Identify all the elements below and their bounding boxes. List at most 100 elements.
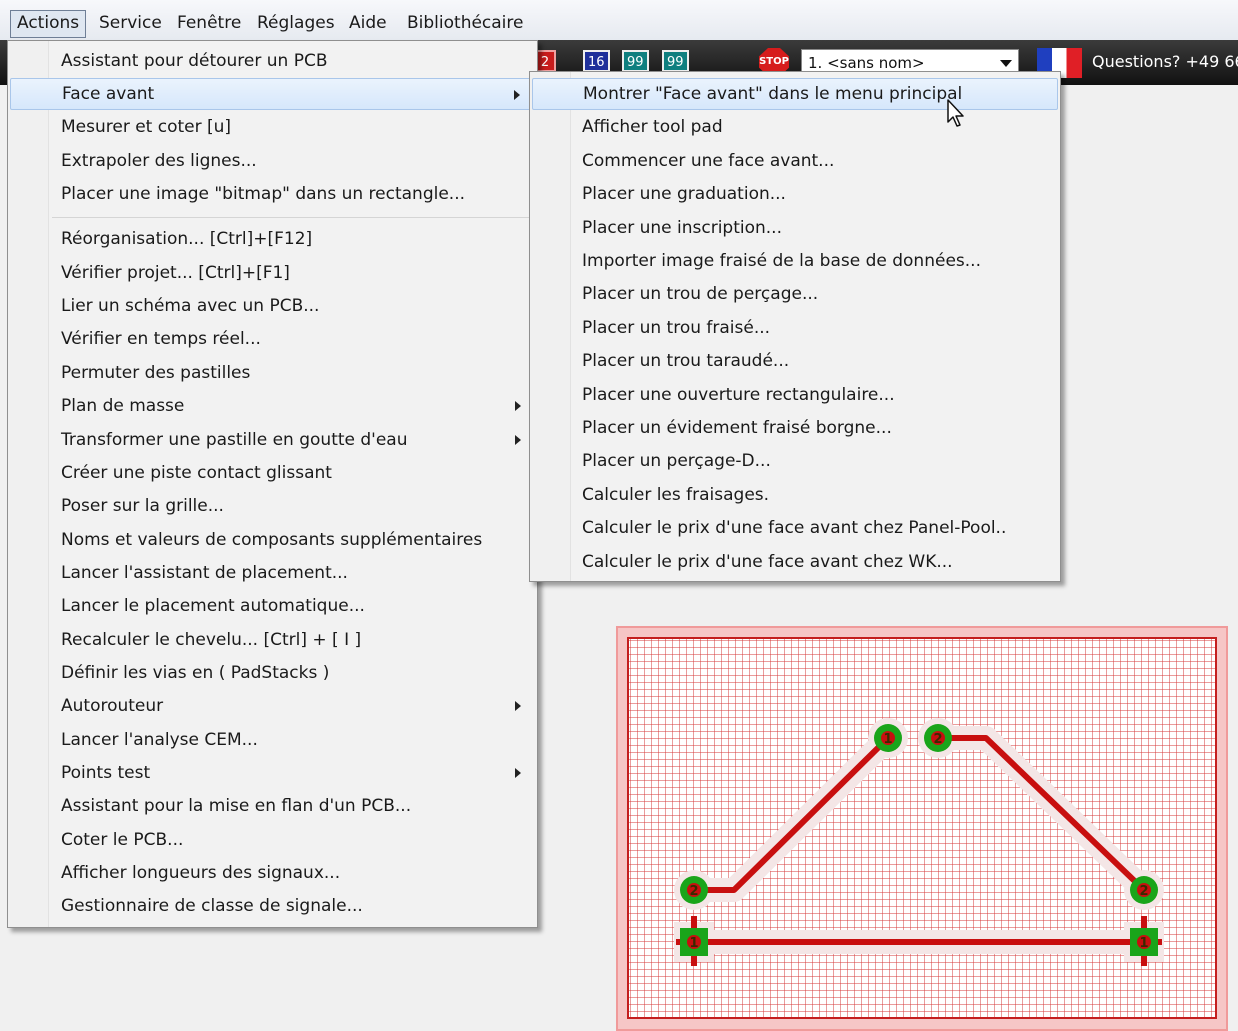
menu-item-label: Lancer l'assistant de placement... — [61, 563, 348, 583]
menu-item-mesurer-et-coter-u[interactable]: Mesurer et coter [u] — [10, 111, 535, 143]
menu-item-label: Placer une image "bitmap" dans un rectan… — [61, 184, 466, 204]
menu-item-label: Créer une piste contact glissant — [61, 463, 332, 483]
menu-item-lancer-l-analyse-cem[interactable]: Lancer l'analyse CEM... — [10, 724, 535, 756]
pad-label: 2 — [1139, 884, 1148, 899]
menu-item-assistant-pour-detourer-un-pcb[interactable]: Assistant pour détourer un PCB — [10, 45, 535, 77]
menu-item-verifier-projet-ctrl-f1[interactable]: Vérifier projet... [Ctrl]+[F1] — [10, 257, 535, 289]
menu-item-label: Commencer une face avant... — [582, 150, 835, 171]
menu-item-label: Transformer une pastille en goutte d'eau — [61, 430, 408, 450]
menu-item-label: Placer un perçage-D... — [582, 451, 771, 472]
menu-item-label: Placer une inscription... — [582, 217, 782, 238]
toolbar-badge-99a[interactable]: 99 — [622, 50, 649, 72]
menu-item-label: Gestionnaire de classe de signale... — [61, 896, 363, 916]
menu-item-label: Placer un évidement fraisé borgne... — [582, 418, 892, 438]
menu-item-gestionnaire-de-classe-de-signale[interactable]: Gestionnaire de classe de signale... — [10, 890, 535, 922]
menu-fenetre[interactable]: Fenêtre — [171, 10, 247, 36]
menu-item-reorganisation-ctrl-f12[interactable]: Réorganisation... [Ctrl]+[F12] — [10, 223, 535, 255]
toolbar-badge-16[interactable]: 16 — [583, 50, 610, 72]
toolbar-badge-99b[interactable]: 99 — [662, 50, 689, 72]
submenu-item-importer-image-fraise-de-la-base-de-donn[interactable]: Importer image fraisé de la base de donn… — [532, 245, 1058, 277]
menu-item-label: Placer une ouverture rectangulaire... — [582, 384, 895, 405]
submenu-item-placer-un-trou-fraise[interactable]: Placer un trou fraisé... — [532, 312, 1058, 344]
menu-bibliothecaire[interactable]: Bibliothécaire — [401, 10, 530, 36]
pad-label: 2 — [689, 884, 698, 899]
menu-item-label: Placer un trou taraudé... — [582, 351, 790, 372]
submenu-item-placer-une-ouverture-rectangulaire[interactable]: Placer une ouverture rectangulaire... — [532, 379, 1058, 411]
pcb-board[interactable]: 1 2 2 2 1 1 — [616, 626, 1228, 1031]
menu-item-label: Définir les vias en ( PadStacks ) — [61, 663, 330, 683]
submenu-item-calculer-les-fraisages[interactable]: Calculer les fraisages. — [532, 479, 1058, 511]
pad-label: 2 — [933, 732, 942, 747]
menu-separator — [52, 217, 533, 218]
menu-item-extrapoler-des-lignes[interactable]: Extrapoler des lignes... — [10, 145, 535, 177]
menu-item-permuter-des-pastilles[interactable]: Permuter des pastilles — [10, 357, 535, 389]
menu-item-label: Plan de masse — [61, 396, 185, 416]
submenu-item-placer-un-trou-de-percage[interactable]: Placer un trou de perçage... — [532, 278, 1058, 310]
menu-item-label: Poser sur la grille... — [61, 496, 224, 516]
menu-item-label: Afficher tool pad — [582, 117, 723, 138]
menu-item-label: Lancer l'analyse CEM... — [61, 730, 258, 750]
submenu-item-calculer-le-prix-d-une-face-avant-chez-p[interactable]: Calculer le prix d'une face avant chez P… — [532, 512, 1058, 544]
submenu-item-placer-une-graduation[interactable]: Placer une graduation... — [532, 178, 1058, 210]
menu-item-label: Réorganisation... [Ctrl]+[F12] — [61, 229, 313, 249]
menu-item-label: Mesurer et coter [u] — [61, 117, 232, 137]
menu-item-label: Calculer les fraisages. — [582, 484, 770, 505]
submenu-item-placer-un-percage-d[interactable]: Placer un perçage-D... — [532, 445, 1058, 477]
menu-item-assistant-pour-la-mise-en-flan-d-un-pcb[interactable]: Assistant pour la mise en flan d'un PCB.… — [10, 790, 535, 822]
menu-item-label: Lier un schéma avec un PCB... — [61, 296, 320, 316]
menu-item-label: Recalculer le chevelu... [Ctrl] + [ I ] — [61, 630, 362, 650]
menu-item-label: Autorouteur — [61, 696, 164, 716]
menu-item-label: Permuter des pastilles — [61, 363, 251, 383]
menu-item-label: Lancer le placement automatique... — [61, 596, 365, 616]
menu-item-label: Placer un trou fraisé... — [582, 317, 771, 338]
submenu-item-placer-une-inscription[interactable]: Placer une inscription... — [532, 212, 1058, 244]
menu-item-label: Face avant — [62, 84, 155, 104]
menu-item-creer-une-piste-contact-glissant[interactable]: Créer une piste contact glissant — [10, 457, 535, 489]
menu-item-label: Points test — [61, 763, 151, 783]
submenu-arrow-icon — [515, 401, 521, 411]
menu-item-lier-un-schema-avec-un-pcb[interactable]: Lier un schéma avec un PCB... — [10, 290, 535, 322]
submenu-item-calculer-le-prix-d-une-face-avant-chez-w[interactable]: Calculer le prix d'une face avant chez W… — [532, 546, 1058, 578]
chevron-down-icon — [1000, 60, 1012, 67]
menu-item-lancer-le-placement-automatique[interactable]: Lancer le placement automatique... — [10, 590, 535, 622]
pad-label: 1 — [689, 936, 698, 951]
menu-item-label: Extrapoler des lignes... — [61, 151, 257, 171]
menu-item-afficher-longueurs-des-signaux[interactable]: Afficher longueurs des signaux... — [10, 857, 535, 889]
menu-item-placer-une-image-bitmap-dans-un-rectangl[interactable]: Placer une image "bitmap" dans un rectan… — [10, 178, 535, 210]
pcb-canvas: 1 2 2 2 1 1 — [627, 637, 1217, 1019]
menu-item-recalculer-le-chevelu-ctrl-i[interactable]: Recalculer le chevelu... [Ctrl] + [ I ] — [10, 624, 535, 656]
menu-bar: Actions Service Fenêtre Réglages Aide Bi… — [0, 0, 1238, 41]
menu-item-poser-sur-la-grille[interactable]: Poser sur la grille... — [10, 490, 535, 522]
submenu-item-placer-un-evidement-fraise-borgne[interactable]: Placer un évidement fraisé borgne... — [532, 412, 1058, 444]
pad-label: 1 — [883, 732, 892, 747]
menu-reglages[interactable]: Réglages — [251, 10, 341, 36]
submenu-item-montrer-face-avant-dans-le-menu-principa[interactable]: Montrer "Face avant" dans le menu princi… — [532, 78, 1058, 110]
submenu-arrow-icon — [515, 435, 521, 445]
pad-label: 1 — [1139, 936, 1148, 951]
mouse-cursor-icon — [947, 99, 964, 127]
menu-item-lancer-l-assistant-de-placement[interactable]: Lancer l'assistant de placement... — [10, 557, 535, 589]
menu-item-label: Assistant pour la mise en flan d'un PCB.… — [61, 796, 412, 816]
actions-menu: Assistant pour détourer un PCB Face avant… — [7, 40, 538, 928]
menu-aide[interactable]: Aide — [343, 10, 393, 36]
menu-item-label: Coter le PCB... — [61, 830, 184, 850]
menu-item-verifier-en-temps-reel[interactable]: Vérifier en temps réel... — [10, 323, 535, 355]
submenu-arrow-icon — [515, 768, 521, 778]
menu-service[interactable]: Service — [93, 10, 168, 36]
menu-item-transformer-une-pastille-en-goutte-d-eau[interactable]: Transformer une pastille en goutte d'eau — [10, 424, 535, 456]
menu-item-noms-et-valeurs-de-composants-supplement[interactable]: Noms et valeurs de composants supplément… — [10, 524, 535, 556]
menu-actions[interactable]: Actions — [10, 10, 87, 38]
menu-item-label: Vérifier en temps réel... — [61, 329, 261, 349]
menu-item-definir-les-vias-en-padstacks[interactable]: Définir les vias en ( PadStacks ) — [10, 657, 535, 689]
submenu-item-placer-un-trou-taraude[interactable]: Placer un trou taraudé... — [532, 345, 1058, 377]
menu-item-label: Afficher longueurs des signaux... — [61, 863, 341, 883]
menu-item-label: Placer un trou de perçage... — [582, 284, 819, 305]
menu-item-plan-de-masse[interactable]: Plan de masse — [10, 390, 535, 422]
menu-item-label: Calculer le prix d'une face avant chez W… — [582, 551, 953, 572]
submenu-item-afficher-tool-pad[interactable]: Afficher tool pad — [532, 111, 1058, 143]
menu-item-autorouteur[interactable]: Autorouteur — [10, 690, 535, 722]
menu-item-points-test[interactable]: Points test — [10, 757, 535, 789]
submenu-item-commencer-une-face-avant[interactable]: Commencer une face avant... — [532, 145, 1058, 177]
menu-item-face-avant[interactable]: Face avant — [10, 78, 535, 110]
menu-item-coter-le-pcb[interactable]: Coter le PCB... — [10, 824, 535, 856]
